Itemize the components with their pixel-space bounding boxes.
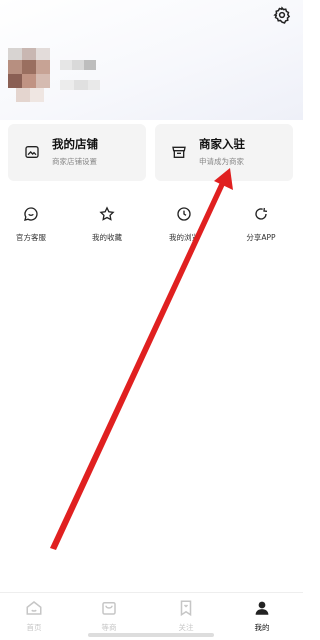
browse-history-label: 我的浏览	[169, 233, 199, 242]
chat-icon	[23, 206, 39, 222]
avatar[interactable]	[8, 48, 58, 104]
bookmark-icon	[177, 599, 195, 617]
merchant-join-card[interactable]: 商家入驻 申请成为商家	[155, 124, 293, 181]
merchant-join-subtitle: 申请成为商家	[199, 157, 244, 166]
tab-home[interactable]: 首页	[9, 599, 59, 633]
tab-follow-label: 关注	[178, 623, 194, 632]
customer-service-label: 官方客服	[16, 233, 46, 242]
user-icon	[253, 599, 271, 617]
share-icon	[253, 206, 269, 222]
browse-history-button[interactable]: 我的浏览	[154, 206, 214, 243]
shop-photo-icon	[24, 144, 40, 160]
tab-mine-label: 我的	[254, 623, 270, 632]
my-favorites-label: 我的收藏	[92, 233, 122, 242]
tab-shop[interactable]: 等商	[84, 599, 134, 633]
home-icon	[25, 599, 43, 617]
gear-icon[interactable]	[273, 6, 291, 24]
store-icon	[171, 144, 187, 160]
my-shop-subtitle: 商家店铺设置	[52, 157, 97, 166]
share-app-button[interactable]: 分享APP	[231, 206, 291, 243]
my-favorites-button[interactable]: 我的收藏	[77, 206, 137, 243]
customer-service-button[interactable]: 官方客服	[1, 206, 61, 243]
tab-shop-label: 等商	[101, 623, 117, 632]
home-indicator	[88, 633, 214, 637]
username-blurred	[60, 56, 120, 96]
merchant-join-title: 商家入驻	[199, 137, 245, 151]
share-app-label: 分享APP	[246, 233, 276, 242]
tab-follow[interactable]: 关注	[161, 599, 211, 633]
tab-mine[interactable]: 我的	[237, 599, 287, 633]
my-shop-title: 我的店铺	[52, 137, 98, 151]
clock-icon	[176, 206, 192, 222]
star-icon	[99, 206, 115, 222]
shopping-bag-icon	[100, 599, 118, 617]
tab-home-label: 首页	[26, 623, 42, 632]
my-shop-card[interactable]: 我的店铺 商家店铺设置	[8, 124, 146, 181]
